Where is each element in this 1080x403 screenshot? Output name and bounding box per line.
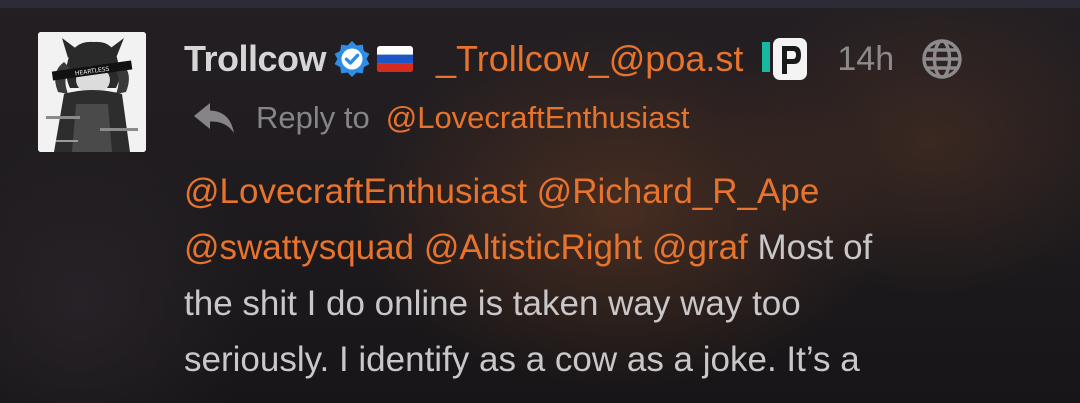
- mention-link[interactable]: @AltisticRight: [424, 228, 642, 267]
- russia-flag-icon: [376, 45, 414, 73]
- author-handle[interactable]: _Trollcow_@poa.st: [436, 38, 743, 80]
- avatar[interactable]: HEARTLESS: [38, 32, 146, 152]
- post-text: seriously. I identify as a cow as a joke…: [184, 340, 860, 379]
- post-timestamp[interactable]: 14h: [837, 40, 894, 79]
- post-line: @LovecraftEnthusiast @Richard_R_Ape: [184, 164, 1044, 220]
- avatar-image: HEARTLESS: [38, 32, 146, 152]
- mention-link[interactable]: @graf: [652, 228, 748, 267]
- post-line: @swattysquad @AltisticRight @graf Most o…: [184, 220, 1044, 276]
- post-card: HEARTLESS Trollcow _Trollcow_@poa.st 14h…: [0, 0, 1080, 403]
- post-content: @LovecraftEnthusiast @Richard_R_Ape @swa…: [184, 164, 1044, 388]
- verified-badge-icon: [332, 39, 372, 79]
- globe-icon[interactable]: [920, 37, 964, 81]
- author-display-name[interactable]: Trollcow: [184, 38, 327, 80]
- mention-link[interactable]: @swattysquad: [184, 228, 414, 267]
- post-text: Most of: [757, 228, 873, 267]
- reply-context[interactable]: Reply to @LovecraftEnthusiast: [192, 96, 689, 140]
- mention-link[interactable]: @LovecraftEnthusiast: [184, 172, 527, 211]
- post-header: Trollcow _Trollcow_@poa.st 14h: [184, 34, 964, 84]
- reply-label: Reply to: [256, 100, 370, 135]
- reply-target-link[interactable]: @LovecraftEnthusiast: [386, 100, 690, 136]
- mention-link[interactable]: @Richard_R_Ape: [537, 172, 820, 211]
- post-text: the shit I do online is taken way way to…: [184, 284, 801, 323]
- top-divider: [0, 0, 1080, 8]
- pleroma-app-icon[interactable]: [761, 38, 808, 80]
- reply-arrow-icon: [192, 101, 236, 135]
